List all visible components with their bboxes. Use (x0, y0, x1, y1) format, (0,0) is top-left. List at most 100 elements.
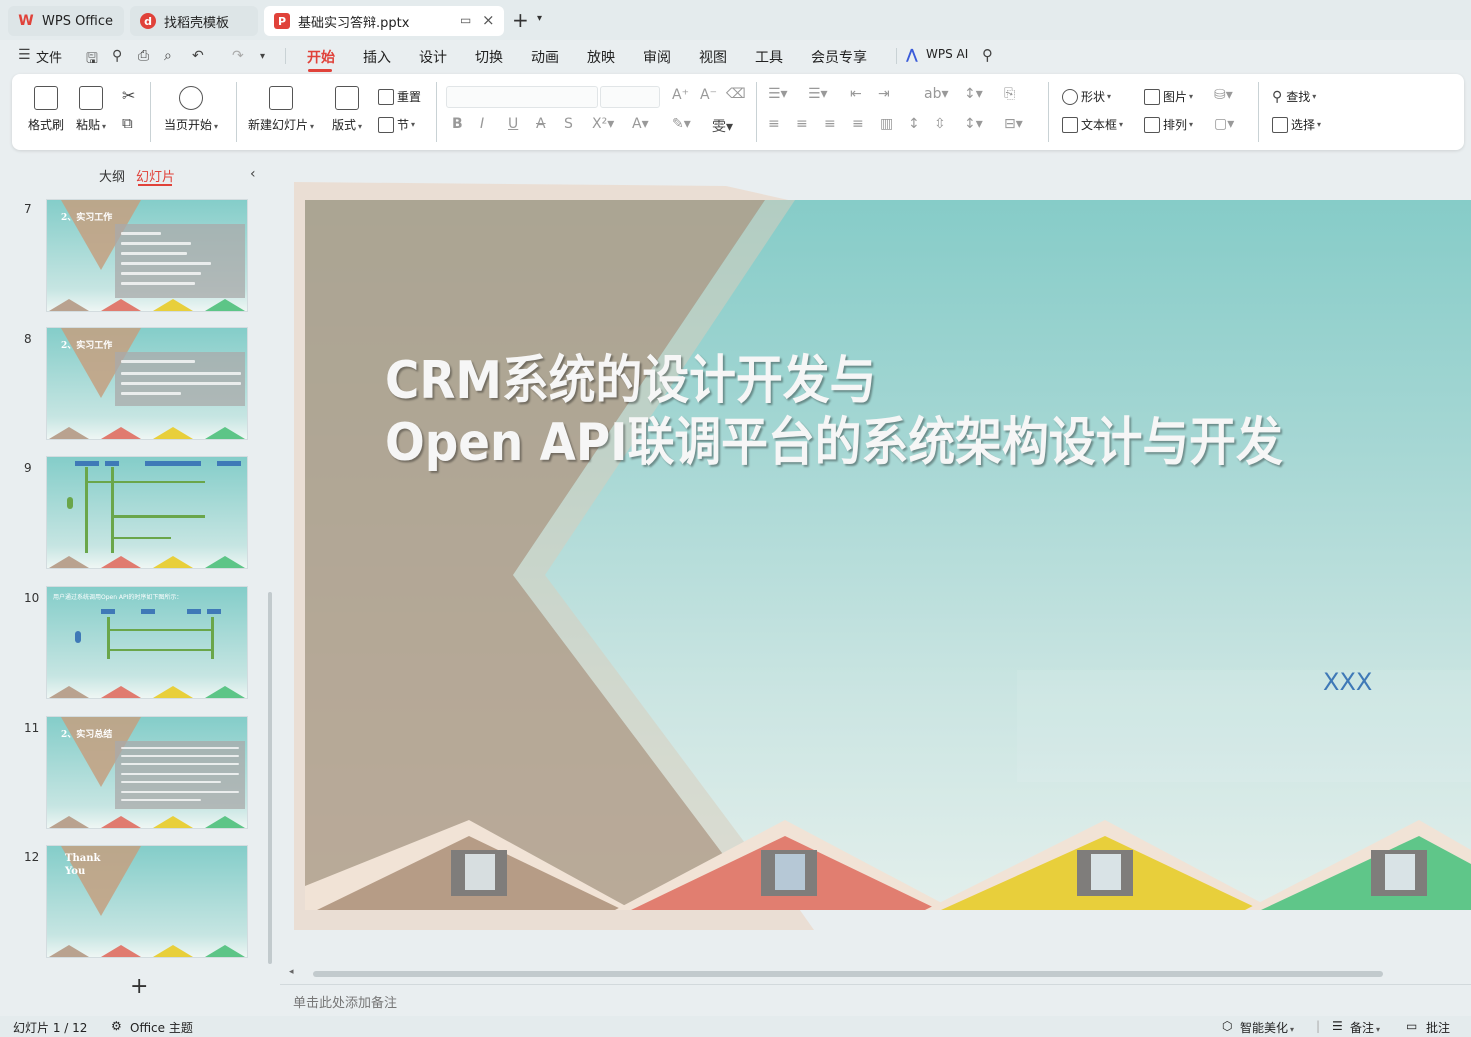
tab-pptx-file[interactable]: P 基础实习答辩.pptx ▭ × (264, 6, 504, 36)
slide-thumbnail[interactable]: 2、实习工作 (46, 327, 248, 440)
font-color-icon[interactable]: A▾ (632, 116, 649, 132)
chevron-down-icon[interactable]: ▾ (260, 51, 265, 62)
menu-item-tools[interactable]: 工具 (755, 47, 783, 67)
select-button[interactable]: 选择 ▾ (1272, 116, 1321, 133)
sort-icon[interactable]: ↕▾ (964, 86, 983, 102)
line-spacing-icon[interactable]: ↕ (908, 116, 920, 132)
cut-icon[interactable]: ✂ (122, 86, 135, 105)
clear-format-icon[interactable]: ⌫ (726, 86, 746, 102)
paste-icon (79, 86, 104, 110)
align-left-icon[interactable]: ≡ (768, 116, 780, 132)
save-icon[interactable]: 🖫 (86, 48, 98, 72)
menu-item-insert[interactable]: 插入 (363, 47, 391, 67)
align-right-icon[interactable]: ≡ (824, 116, 836, 132)
chevron-left-icon[interactable]: ‹ (250, 166, 256, 182)
text-align-icon[interactable]: ⊟▾ (1004, 116, 1023, 132)
comments-button[interactable]: 批注 (1426, 1019, 1450, 1036)
font-family-select[interactable] (446, 86, 598, 108)
align-center-icon[interactable]: ≡ (796, 116, 808, 132)
shape-button[interactable]: 形状 ▾ (1062, 88, 1111, 105)
beautify-button[interactable]: 智能美化 ▾ (1240, 1019, 1294, 1036)
theme-label[interactable]: Office 主题 (130, 1019, 193, 1036)
menu-item-home[interactable]: 开始 (307, 47, 335, 67)
slide-thumbnail[interactable]: 用户通过系统调用Open API的时序如下图所示： (46, 586, 248, 699)
column-icon[interactable]: ↕▾ (964, 116, 983, 132)
thumbnail-text-line (121, 791, 239, 793)
convert-smartart-icon[interactable]: ⎘ (1004, 86, 1015, 102)
section-button[interactable]: 节 ▾ (378, 116, 415, 133)
slide[interactable] (305, 200, 1471, 910)
chevron-down-icon[interactable]: ▾ (537, 13, 542, 24)
print-preview-icon[interactable]: ⌕ (164, 48, 172, 64)
menu-item-transitions[interactable]: 切换 (475, 47, 503, 67)
outline-icon[interactable]: ▢▾ (1214, 116, 1234, 132)
tab-outline[interactable]: 大纲 (99, 166, 125, 185)
arrange-button[interactable]: 排列 ▾ (1144, 116, 1193, 133)
justify-icon[interactable]: ≡ (852, 116, 864, 132)
print-icon[interactable]: ⎙ (138, 48, 149, 64)
horizontal-scrollbar[interactable] (313, 971, 1383, 977)
paragraph-spacing-icon[interactable]: ⇳ (934, 116, 946, 132)
reset-button[interactable]: 重置 (378, 88, 421, 105)
decrease-indent-icon[interactable]: ⇤ (850, 86, 862, 102)
slide-author[interactable]: XXX (1323, 668, 1372, 696)
search-icon[interactable]: ⚲ (982, 46, 993, 64)
thumbnail-roofs (47, 554, 247, 568)
notes-toggle-button[interactable]: 备注 ▾ (1350, 1019, 1380, 1036)
menu-item-view[interactable]: 视图 (699, 47, 727, 67)
strikethrough-icon[interactable]: A (536, 116, 546, 132)
menu-item-review[interactable]: 审阅 (643, 47, 671, 67)
bullet-list-icon[interactable]: ☰▾ (768, 86, 788, 102)
add-slide-button[interactable]: + (130, 974, 148, 999)
text-direction-icon[interactable]: ab▾ (924, 86, 949, 102)
hamburger-menu-icon[interactable]: ☰ (18, 47, 31, 63)
distribute-icon[interactable]: ▥ (880, 116, 893, 132)
undo-icon[interactable]: ↶ (192, 48, 204, 64)
highlight-icon[interactable]: ✎▾ (672, 116, 691, 132)
tab-wps-office[interactable]: W WPS Office (8, 6, 124, 36)
font-size-select[interactable] (600, 86, 660, 108)
notes-pane[interactable]: 单击此处添加备注 (280, 984, 1471, 1016)
new-slide-button[interactable]: 新建幻灯片 ▾ (248, 86, 314, 133)
underline-icon[interactable]: U (508, 116, 518, 132)
close-tab-icon[interactable]: × (482, 11, 495, 29)
copy-icon[interactable]: ⧉ (122, 114, 133, 132)
file-menu[interactable]: 文件 (36, 47, 62, 66)
redo-icon[interactable]: ↷ (232, 48, 244, 64)
find-button[interactable]: ⚲ 查找 ▾ (1272, 88, 1316, 105)
paste-button[interactable]: 粘贴 ▾ (76, 86, 106, 133)
layout-button[interactable]: 版式 ▾ (332, 86, 362, 133)
menu-item-membership[interactable]: 会员专享 (811, 47, 867, 67)
superscript-icon[interactable]: X²▾ (592, 116, 614, 132)
italic-icon[interactable]: I (480, 116, 484, 132)
textbox-button[interactable]: 文本框 ▾ (1062, 116, 1123, 133)
menu-item-design[interactable]: 设计 (419, 47, 447, 67)
numbered-list-icon[interactable]: ☰▾ (808, 86, 828, 102)
slide-title[interactable]: CRM系统的设计开发与 Open API联调平台的系统架构设计与开发 (385, 350, 1383, 474)
increase-indent-icon[interactable]: ⇥ (878, 86, 890, 102)
menu-item-animation[interactable]: 动画 (531, 47, 559, 67)
picture-button[interactable]: 图片 ▾ (1144, 88, 1193, 105)
menu-item-slideshow[interactable]: 放映 (587, 47, 615, 67)
slide-thumbnail[interactable]: 2、实习工作 (46, 199, 248, 312)
slide-thumbnail[interactable]: 2、实习总结 (46, 716, 248, 829)
shrink-font-icon[interactable]: A⁻ (700, 87, 717, 103)
wps-ai-button[interactable]: WPS AI (926, 47, 968, 61)
play-from-current-button[interactable]: 当页开始 ▾ (164, 86, 218, 133)
format-painter-button[interactable]: 格式刷 (28, 86, 64, 133)
scroll-left-icon[interactable]: ◂ (289, 967, 294, 977)
fill-icon[interactable]: ⛁▾ (1214, 87, 1233, 103)
restore-window-icon[interactable]: ▭ (460, 13, 471, 27)
slide-thumbnail[interactable]: Thank You (46, 845, 248, 958)
shadow-icon[interactable]: S (564, 116, 573, 132)
grow-font-icon[interactable]: A⁺ (672, 87, 689, 103)
phonetic-icon[interactable]: 雯▾ (712, 116, 733, 136)
new-tab-button[interactable]: + (512, 10, 529, 30)
thumbnail-scrollbar[interactable] (268, 592, 272, 964)
wps-ai-icon[interactable]: ⋀ (906, 47, 918, 63)
slide-thumbnail[interactable] (46, 456, 248, 569)
cloud-icon[interactable]: ⚲ (112, 48, 122, 64)
tab-slides[interactable]: 幻灯片 (136, 166, 175, 185)
tab-docer-templates[interactable]: d 找稻壳模板 (130, 6, 258, 36)
bold-icon[interactable]: B (452, 116, 463, 132)
